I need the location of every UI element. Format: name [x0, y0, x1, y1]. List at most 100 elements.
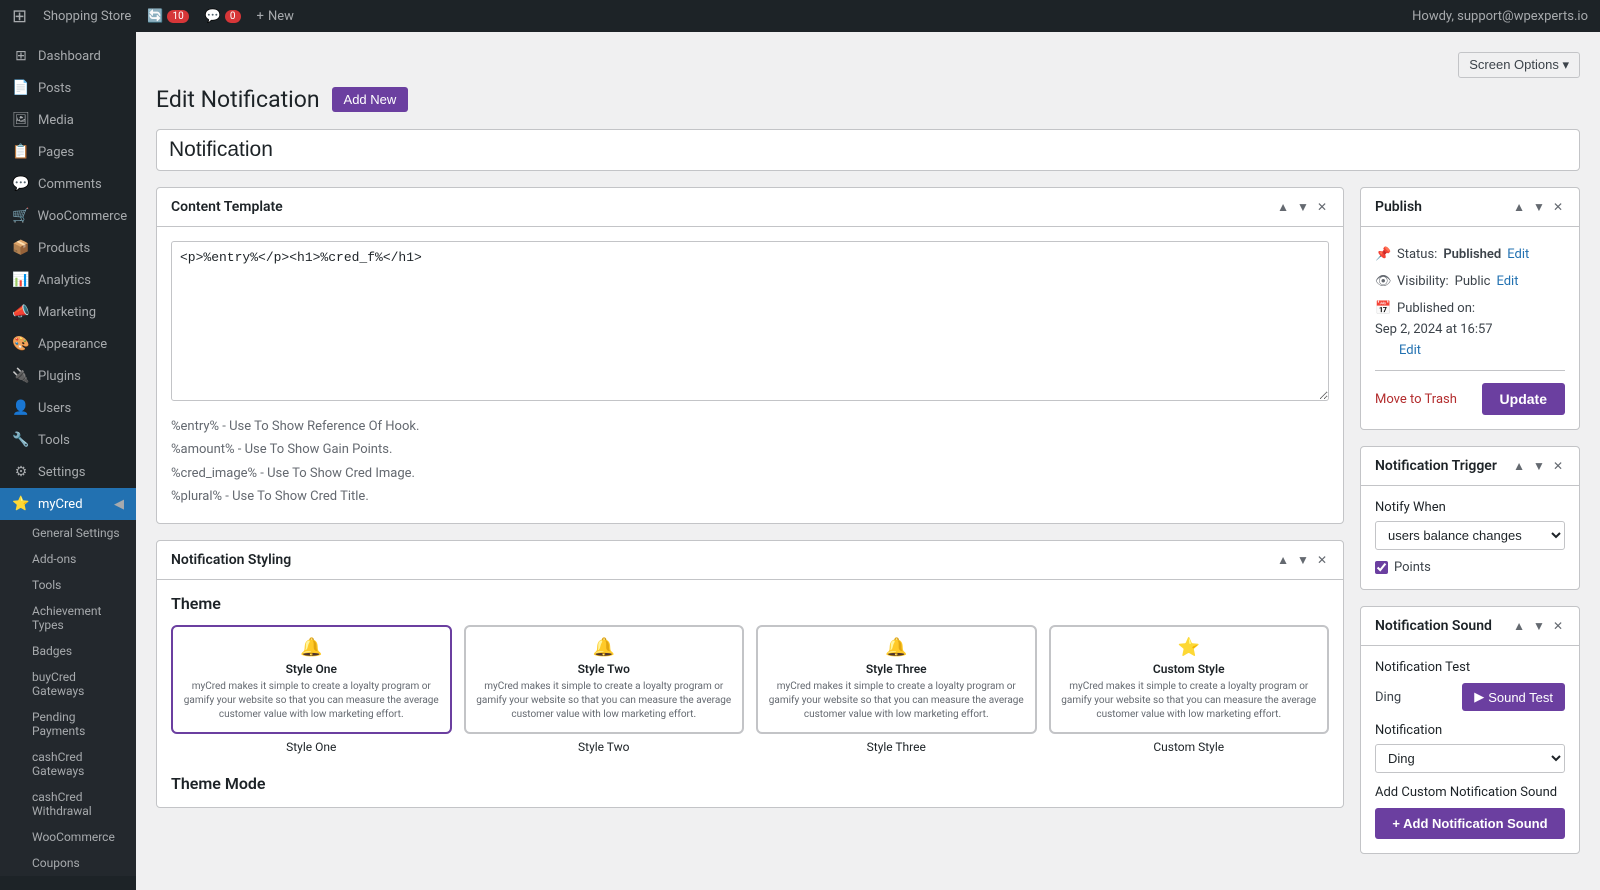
sidebar-item-posts[interactable]: 📄 Posts [0, 72, 136, 104]
trigger-collapse-down[interactable]: ▼ [1531, 457, 1547, 475]
visibility-row: 👁 Visibility: Public Edit [1375, 268, 1565, 295]
sidebar-label-settings: Settings [38, 465, 85, 480]
publish-actions: Move to Trash Update [1375, 370, 1565, 415]
styling-close-btn[interactable]: ✕ [1315, 551, 1329, 569]
updates-item[interactable]: 🔄 10 [147, 9, 188, 24]
notification-styling-header[interactable]: Notification Styling ▲ ▼ ✕ [157, 541, 1343, 580]
content-textarea[interactable]: <p>%entry%</p><h1>%cred_f%</h1> [171, 241, 1329, 401]
close-btn[interactable]: ✕ [1315, 198, 1329, 216]
sidebar-item-media[interactable]: 🖼 Media [0, 104, 136, 136]
sidebar-item-pages[interactable]: 📋 Pages [0, 136, 136, 168]
collapse-up-btn[interactable]: ▲ [1275, 198, 1291, 216]
sidebar-item-mycred[interactable]: ⭐ myCred ◀ [0, 488, 136, 520]
trigger-close[interactable]: ✕ [1551, 457, 1565, 475]
content-template-controls: ▲ ▼ ✕ [1275, 198, 1329, 216]
trash-link[interactable]: Move to Trash [1375, 392, 1457, 407]
visibility-value: Public [1455, 274, 1491, 289]
status-label: Status: [1397, 247, 1437, 262]
sound-test-row: Ding ▶ Sound Test [1375, 683, 1565, 711]
publish-collapse-up[interactable]: ▲ [1511, 198, 1527, 216]
submenu-cashcred-gateways[interactable]: cashCred Gateways [0, 744, 136, 784]
mycred-icon: ⭐ [12, 496, 30, 512]
sidebar-item-tools[interactable]: 🔧 Tools [0, 424, 136, 456]
publish-header[interactable]: Publish ▲ ▼ ✕ [1361, 188, 1579, 227]
publish-close[interactable]: ✕ [1551, 198, 1565, 216]
sidebar-label-posts: Posts [38, 81, 71, 96]
sound-collapse-down[interactable]: ▼ [1531, 617, 1547, 635]
screen-options-button[interactable]: Screen Options ▾ [1458, 52, 1580, 78]
sidebar-item-marketing[interactable]: 📣 Marketing [0, 296, 136, 328]
submenu-cashcred-withdrawal[interactable]: cashCred Withdrawal [0, 784, 136, 824]
style-three-icon: 🔔 [768, 637, 1025, 658]
submenu-general-settings[interactable]: General Settings [0, 520, 136, 546]
settings-icon: ⚙ [12, 464, 30, 480]
sidebar-label-marketing: Marketing [38, 305, 96, 320]
add-notification-sound-button[interactable]: + Add Notification Sound [1375, 808, 1565, 839]
mycred-submenu: General Settings Add-ons Tools Achieveme… [0, 520, 136, 876]
trigger-collapse-up[interactable]: ▲ [1511, 457, 1527, 475]
points-checkbox[interactable] [1375, 561, 1388, 574]
notification-sound-select[interactable]: Ding Chime Bell Alert [1375, 744, 1565, 773]
comments-sidebar-icon: 💬 [12, 176, 30, 192]
published-edit-link[interactable]: Edit [1399, 343, 1421, 358]
mycred-arrow: ◀ [114, 497, 124, 512]
submenu-buycred-gateways[interactable]: buyCred Gateways [0, 664, 136, 704]
theme-card-style-two: 🔔 Style Two myCred makes it simple to cr… [464, 625, 745, 754]
admin-bar: ⊞ Shopping Store 🔄 10 💬 0 + New Howdy, s… [0, 0, 1600, 32]
sidebar-label-dashboard: Dashboard [38, 49, 101, 64]
wp-logo[interactable]: ⊞ [12, 6, 27, 27]
submenu-tools[interactable]: Tools [0, 572, 136, 598]
submenu-addons[interactable]: Add-ons [0, 546, 136, 572]
submenu-woocommerce[interactable]: WooCommerce [0, 824, 136, 850]
products-icon: 📦 [12, 240, 30, 256]
notify-when-select[interactable]: users balance changes new user registrat… [1375, 521, 1565, 550]
new-item[interactable]: + New [257, 9, 294, 24]
sound-collapse-up[interactable]: ▲ [1511, 617, 1527, 635]
style-one-card[interactable]: 🔔 Style One myCred makes it simple to cr… [171, 625, 452, 734]
style-three-card[interactable]: 🔔 Style Three myCred makes it simple to … [756, 625, 1037, 734]
sound-test-button[interactable]: ▶ Sound Test [1462, 683, 1565, 711]
style-one-icon: 🔔 [183, 637, 440, 658]
page-title: Edit Notification [156, 86, 320, 113]
update-button[interactable]: Update [1482, 383, 1565, 415]
publish-collapse-down[interactable]: ▼ [1531, 198, 1547, 216]
sidebar-item-analytics[interactable]: 📊 Analytics [0, 264, 136, 296]
style-two-name: Style Two [464, 740, 745, 754]
notification-trigger-header[interactable]: Notification Trigger ▲ ▼ ✕ [1361, 447, 1579, 486]
sidebar-item-woocommerce[interactable]: 🛒 WooCommerce [0, 200, 136, 232]
custom-style-desc: myCred makes it simple to create a loyal… [1061, 680, 1318, 722]
add-new-button[interactable]: Add New [332, 87, 409, 112]
comments-item[interactable]: 💬 0 [205, 9, 241, 24]
site-name[interactable]: Shopping Store [43, 9, 131, 24]
notification-sound-body: Notification Test Ding ▶ Sound Test Noti… [1361, 646, 1579, 853]
collapse-down-btn[interactable]: ▼ [1295, 198, 1311, 216]
notification-trigger-body: Notify When users balance changes new us… [1361, 486, 1579, 589]
analytics-icon: 📊 [12, 272, 30, 288]
content-template-metabox: Content Template ▲ ▼ ✕ <p>%entry%</p><h1… [156, 187, 1344, 524]
styling-collapse-up-btn[interactable]: ▲ [1275, 551, 1291, 569]
sidebar-item-products[interactable]: 📦 Products [0, 232, 136, 264]
notification-sound-label: Notification [1375, 723, 1565, 738]
sound-close[interactable]: ✕ [1551, 617, 1565, 635]
sidebar-item-settings[interactable]: ⚙ Settings [0, 456, 136, 488]
content-template-header[interactable]: Content Template ▲ ▼ ✕ [157, 188, 1343, 227]
style-three-desc: myCred makes it simple to create a loyal… [768, 680, 1025, 722]
styling-collapse-down-btn[interactable]: ▼ [1295, 551, 1311, 569]
submenu-badges[interactable]: Badges [0, 638, 136, 664]
style-two-card[interactable]: 🔔 Style Two myCred makes it simple to cr… [464, 625, 745, 734]
submenu-coupons[interactable]: Coupons [0, 850, 136, 876]
sidebar-item-appearance[interactable]: 🎨 Appearance [0, 328, 136, 360]
submenu-achievement-types[interactable]: Achievement Types [0, 598, 136, 638]
notification-sound-header[interactable]: Notification Sound ▲ ▼ ✕ [1361, 607, 1579, 646]
sidebar-item-comments[interactable]: 💬 Comments [0, 168, 136, 200]
status-edit-link[interactable]: Edit [1507, 247, 1529, 262]
submenu-pending-payments[interactable]: Pending Payments [0, 704, 136, 744]
content-template-body: <p>%entry%</p><h1>%cred_f%</h1> %entry% … [157, 227, 1343, 523]
sidebar-item-users[interactable]: 👤 Users [0, 392, 136, 424]
custom-style-card[interactable]: ⭐ Custom Style myCred makes it simple to… [1049, 625, 1330, 734]
visibility-edit-link[interactable]: Edit [1496, 274, 1518, 289]
sidebar-item-plugins[interactable]: 🔌 Plugins [0, 360, 136, 392]
notification-title-input[interactable] [156, 129, 1580, 171]
help-text: %entry% - Use To Show Reference Of Hook.… [171, 415, 1329, 509]
sidebar-item-dashboard[interactable]: ⊞ Dashboard [0, 40, 136, 72]
